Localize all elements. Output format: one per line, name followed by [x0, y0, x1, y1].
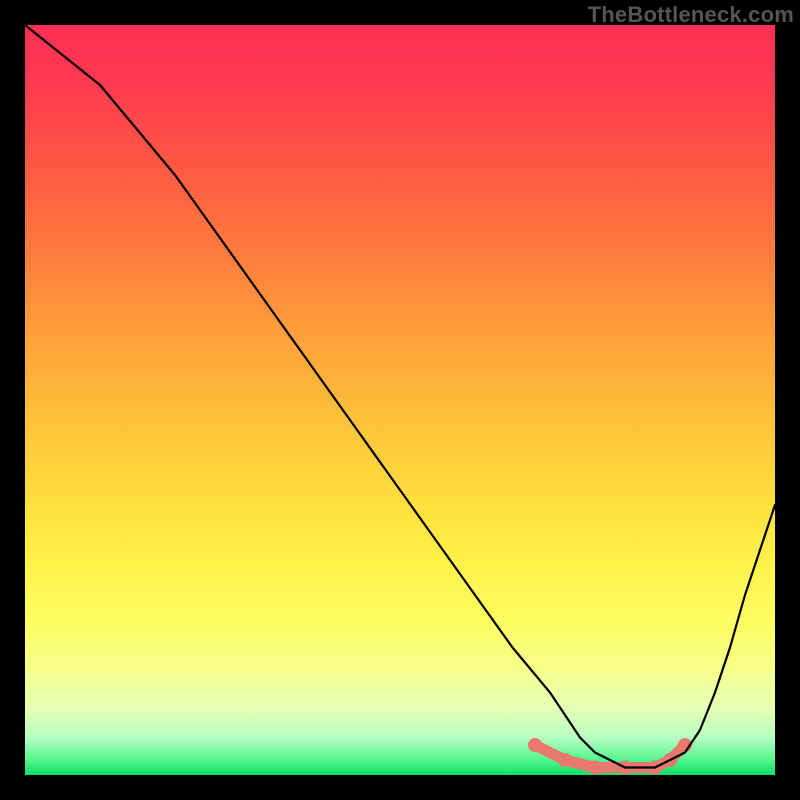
optimal-region-dot: [558, 753, 572, 767]
optimal-region-dot: [588, 761, 602, 775]
bottleneck-curve-line: [25, 25, 775, 768]
optimal-region-dot: [528, 738, 542, 752]
chart-svg: [25, 25, 775, 775]
plot-area: [25, 25, 775, 775]
chart-frame: TheBottleneck.com: [0, 0, 800, 800]
